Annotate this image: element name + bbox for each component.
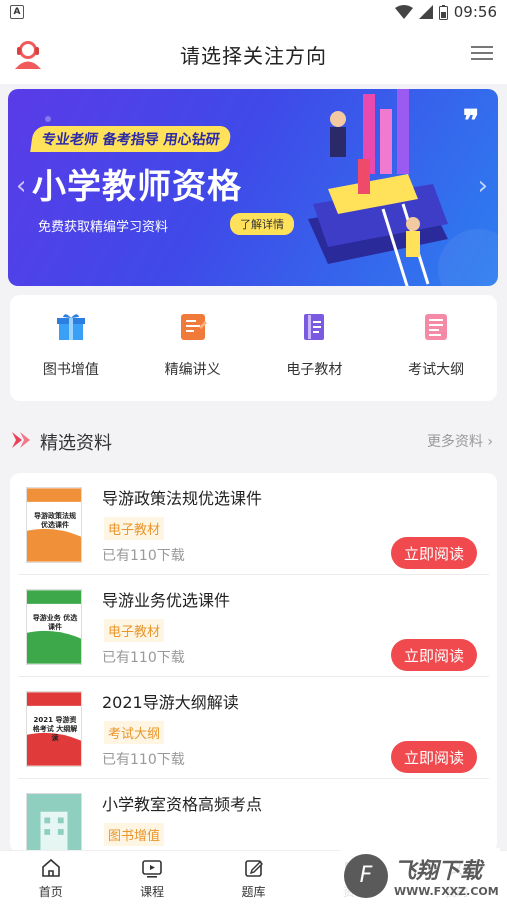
notification-icon: A	[10, 5, 24, 19]
banner-headline: 小学教师资格	[32, 167, 242, 207]
banner-subtitle: 免费获取精编学习资料	[38, 220, 169, 235]
item-type-badge: 图书增值	[104, 823, 165, 846]
tab-label: 题库	[241, 885, 266, 899]
banner-prev-icon[interactable]: ‹	[16, 171, 26, 201]
ebook-icon	[304, 314, 325, 340]
category-label: 考试大纲	[408, 362, 465, 378]
app-header: 请选择关注方向	[0, 24, 507, 84]
list-item[interactable]: 小学教室资格高频考点 图书增值	[10, 779, 497, 853]
category-label: 图书增值	[42, 362, 99, 378]
read-now-button[interactable]: 立即阅读	[391, 537, 477, 569]
status-bar: A 09:56	[0, 0, 507, 24]
home-icon	[41, 858, 60, 877]
item-title: 导游业务优选课件	[102, 591, 231, 610]
edit-icon	[244, 860, 263, 877]
tab-label: 课程	[140, 885, 165, 899]
play-icon	[142, 860, 162, 878]
clock: 09:56	[453, 3, 497, 21]
section-mark-icon	[12, 432, 30, 448]
watermark: F 飞翔下载 WWW.FXXZ.COM	[340, 848, 500, 903]
battery-icon	[438, 4, 448, 20]
user-avatar-icon[interactable]	[12, 38, 44, 70]
materials-list: 导游政策法规 优选课件 导游政策法规优选课件 电子教材 已有110下载 立即阅读…	[10, 473, 497, 853]
category-exam-outline[interactable]: 考试大纲	[375, 295, 497, 401]
category-ebook[interactable]: 电子教材	[254, 295, 376, 401]
tab-label: 首页	[38, 885, 63, 899]
item-type-badge: 考试大纲	[104, 721, 165, 744]
category-label: 精编讲义	[164, 362, 221, 378]
item-download-count: 已有110下载	[102, 548, 185, 564]
list-item[interactable]: 2021 导游资格考试 大纲解读 2021导游大纲解读 考试大纲 已有110下载…	[10, 677, 497, 779]
signal-icon	[418, 5, 433, 19]
gift-icon	[56, 314, 85, 340]
svg-text:❞: ❞	[463, 105, 479, 138]
read-now-button[interactable]: 立即阅读	[391, 639, 477, 671]
category-label: 电子教材	[286, 362, 343, 378]
category-book-value[interactable]: 图书增值	[10, 295, 132, 401]
banner-detail-button[interactable]: 了解详情	[230, 213, 294, 235]
tab-question-bank[interactable]: 题库	[203, 851, 304, 907]
tab-courses[interactable]: 课程	[101, 851, 202, 907]
outline-icon	[425, 314, 448, 340]
item-title: 小学教室资格高频考点	[102, 795, 263, 814]
watermark-logo-icon: F	[344, 853, 388, 898]
item-download-count: 已有110下载	[102, 650, 185, 666]
book-cover: 导游政策法规 优选课件	[26, 487, 82, 563]
notebook-icon	[180, 314, 207, 340]
banner-next-icon[interactable]: ›	[478, 171, 488, 201]
list-item[interactable]: 导游业务 优选课件 导游业务优选课件 电子教材 已有110下载 立即阅读	[10, 575, 497, 677]
section-title: 精选资料	[40, 433, 112, 454]
category-lecture-notes[interactable]: 精编讲义	[132, 295, 254, 401]
section-header: 精选资料 更多资料 ›	[0, 420, 507, 460]
promo-banner[interactable]: ❞ 专业老师 备考指导 用心钻研 小学教师资格 免费获取精编学习资料 了解详情 …	[8, 89, 498, 286]
book-cover: 导游业务 优选课件	[26, 589, 82, 665]
list-item[interactable]: 导游政策法规 优选课件 导游政策法规优选课件 电子教材 已有110下载 立即阅读	[10, 473, 497, 575]
item-type-badge: 电子教材	[104, 517, 165, 540]
item-download-count: 已有110下载	[102, 752, 185, 768]
tab-home[interactable]: 首页	[0, 851, 101, 907]
hamburger-icon[interactable]	[471, 44, 493, 62]
more-materials-link[interactable]: 更多资料 ›	[427, 431, 493, 451]
banner-tag: 专业老师 备考指导 用心钻研	[30, 126, 232, 152]
book-cover	[26, 793, 82, 853]
item-type-badge: 电子教材	[104, 619, 165, 642]
watermark-url: WWW.FXXZ.COM	[394, 885, 499, 898]
page-title[interactable]: 请选择关注方向	[180, 40, 327, 69]
watermark-title: 飞翔下载	[394, 859, 483, 884]
book-cover: 2021 导游资格考试 大纲解读	[26, 691, 82, 767]
wifi-icon	[394, 5, 413, 19]
read-now-button[interactable]: 立即阅读	[391, 741, 477, 773]
category-grid: 图书增值 精编讲义 电子教材 考试大纲	[10, 295, 497, 401]
item-title: 2021导游大纲解读	[102, 693, 239, 712]
item-title: 导游政策法规优选课件	[102, 489, 263, 508]
